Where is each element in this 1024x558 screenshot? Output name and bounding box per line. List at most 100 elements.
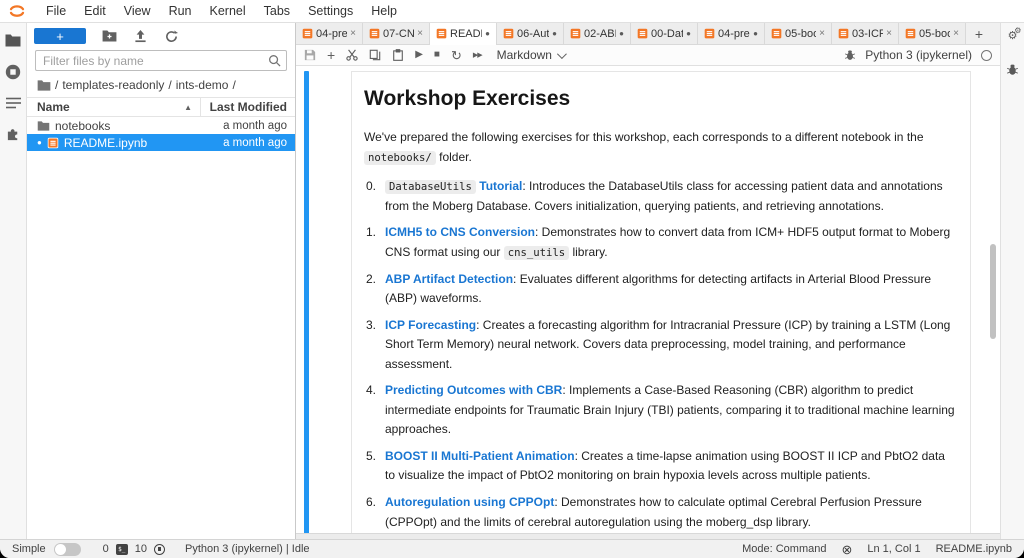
exercise-item-0: 0.DatabaseUtils Tutorial: Introduces the… [364, 177, 956, 216]
tab-02-abp[interactable]: 02-ABP● [564, 23, 631, 44]
extensions-icon[interactable] [5, 125, 22, 142]
kernel-status-text[interactable]: Python 3 (ipykernel) | Idle [185, 543, 310, 555]
kernel-icon [154, 544, 165, 555]
debugger-icon[interactable] [1006, 63, 1019, 76]
simple-mode-toggle[interactable] [54, 543, 81, 556]
new-launcher-button[interactable]: + [34, 28, 86, 44]
search-icon [268, 54, 281, 67]
menu-tabs[interactable]: Tabs [255, 4, 299, 18]
markdown-cell[interactable]: Workshop Exercises We've prepared the fo… [296, 66, 1000, 534]
notebook-scrollbar-thumb[interactable] [990, 244, 996, 339]
menu-file[interactable]: File [37, 4, 75, 18]
save-icon[interactable] [304, 49, 316, 61]
tab-07-cns[interactable]: 07-CNS× [363, 23, 430, 44]
file-row-notebooks[interactable]: notebooks a month ago [27, 117, 295, 134]
stop-icon[interactable]: ■ [434, 50, 440, 60]
notebook-scroll-area: Workshop Exercises We've prepared the fo… [296, 66, 1000, 534]
notebook-icon [704, 28, 715, 39]
tab-04-pred-2[interactable]: 04-pred● [698, 23, 765, 44]
exercise-item-6: 6.Autoregulation using CPPOpt: Demonstra… [364, 493, 956, 532]
kernel-name-button[interactable]: Python 3 (ipykernel) [865, 48, 972, 62]
exercise-link-cppopt[interactable]: Autoregulation using CPPOpt [385, 495, 554, 509]
add-cell-icon[interactable]: + [327, 48, 335, 62]
kernel-status-icon [981, 50, 992, 61]
home-folder-icon[interactable] [37, 80, 51, 91]
breadcrumb-templates-readonly[interactable]: templates-readonly [62, 78, 164, 92]
tab-00-data[interactable]: 00-Data● [631, 23, 698, 44]
unsaved-dot-icon: ● [37, 139, 42, 147]
exercise-item-5: 5.BOOST II Multi-Patient Animation: Crea… [364, 447, 956, 486]
menu-run[interactable]: Run [160, 4, 201, 18]
terminals-count: 0 [103, 543, 109, 555]
main-dock-panel: 04-pred× 07-CNS× README● 06-Auto● 02-ABP… [296, 23, 1000, 539]
inline-code: DatabaseUtils [385, 180, 476, 194]
tab-04-pred[interactable]: 04-pred× [296, 23, 363, 44]
copy-icon[interactable] [369, 49, 381, 61]
refresh-icon[interactable] [163, 29, 179, 44]
notebook-icon [838, 28, 849, 39]
unsaved-dot-icon[interactable]: ● [485, 29, 490, 38]
unsaved-dot-icon[interactable]: ● [753, 29, 758, 38]
file-browser-panel: + [27, 23, 296, 539]
file-filter-input[interactable] [35, 50, 287, 71]
tab-03-icp[interactable]: 03-ICP-× [832, 23, 899, 44]
cell-type-dropdown[interactable]: Markdown [497, 48, 564, 62]
restart-icon[interactable]: ↻ [451, 49, 462, 62]
cursor-position[interactable]: Ln 1, Col 1 [867, 543, 920, 555]
exercise-link-cbr[interactable]: Predicting Outcomes with CBR [385, 383, 562, 397]
close-icon[interactable]: × [417, 28, 423, 39]
exercise-link-icp-forecasting[interactable]: ICP Forecasting [385, 318, 476, 332]
breadcrumb: / templates-readonly / ints-demo / [27, 77, 295, 97]
close-icon[interactable]: × [819, 28, 825, 39]
exercise-link-boost-ii[interactable]: BOOST II Multi-Patient Animation [385, 449, 575, 463]
tab-05-boost[interactable]: 05-boos× [765, 23, 832, 44]
menu-view[interactable]: View [115, 4, 160, 18]
tab-05-boost-2[interactable]: 05-boos× [899, 23, 966, 44]
tab-readme-active[interactable]: README● [430, 23, 497, 44]
menu-settings[interactable]: Settings [299, 4, 362, 18]
close-icon[interactable]: × [953, 28, 959, 39]
table-of-contents-icon[interactable] [5, 94, 22, 111]
close-icon[interactable]: × [886, 28, 892, 39]
left-sidebar-strip [0, 23, 27, 539]
add-tab-button[interactable]: + [966, 23, 992, 44]
menu-edit[interactable]: Edit [75, 4, 115, 18]
running-kernels-icon[interactable] [5, 63, 22, 80]
unsaved-dot-icon[interactable]: ● [686, 29, 691, 38]
notebook-icon [369, 28, 380, 39]
menu-kernel[interactable]: Kernel [201, 4, 255, 18]
file-browser-icon[interactable] [5, 32, 22, 49]
exercise-link-abp-artifact[interactable]: ABP Artifact Detection [385, 272, 513, 286]
cut-icon[interactable] [346, 49, 358, 61]
property-inspector-icon[interactable]: ⚙⚙ [1008, 31, 1018, 42]
exercise-item-3: 3.ICP Forecasting: Creates a forecasting… [364, 316, 956, 375]
chevron-down-icon [557, 49, 567, 59]
notebook-icon [436, 28, 447, 39]
exercise-link-tutorial[interactable]: Tutorial [479, 179, 522, 193]
menu-bar: File Edit View Run Kernel Tabs Settings … [0, 0, 1024, 23]
run-all-icon[interactable]: ▶▶ [473, 52, 482, 59]
breadcrumb-separator: / [55, 78, 58, 92]
unsaved-dot-icon[interactable]: ● [619, 29, 624, 38]
debugger-icon[interactable] [844, 49, 856, 61]
upload-icon[interactable] [132, 29, 148, 44]
exercise-item-1: 1.ICMH5 to CNS Conversion: Demonstrates … [364, 223, 956, 262]
column-header-name[interactable]: Name ▲ [37, 100, 200, 114]
paste-icon[interactable] [392, 49, 404, 61]
file-row-readme[interactable]: ● README.ipynb a month ago [27, 134, 295, 151]
run-icon[interactable]: ▶ [415, 50, 423, 60]
tab-06-auto[interactable]: 06-Auto● [497, 23, 564, 44]
notebook-icon [905, 28, 916, 39]
breadcrumb-separator: / [232, 78, 235, 92]
menu-help[interactable]: Help [362, 4, 406, 18]
jupyter-logo-icon [8, 3, 28, 19]
exercise-link-icmh5-cns[interactable]: ICMH5 to CNS Conversion [385, 225, 535, 239]
breadcrumb-ints-demo[interactable]: ints-demo [176, 78, 229, 92]
close-icon[interactable]: × [350, 28, 356, 39]
column-header-last-modified[interactable]: Last Modified [200, 98, 295, 116]
file-modified: a month ago [200, 137, 295, 149]
file-browser-toolbar: + [27, 23, 295, 48]
inline-code: cns_utils [504, 246, 569, 260]
unsaved-dot-icon[interactable]: ● [552, 29, 557, 38]
new-folder-icon[interactable] [101, 29, 117, 44]
